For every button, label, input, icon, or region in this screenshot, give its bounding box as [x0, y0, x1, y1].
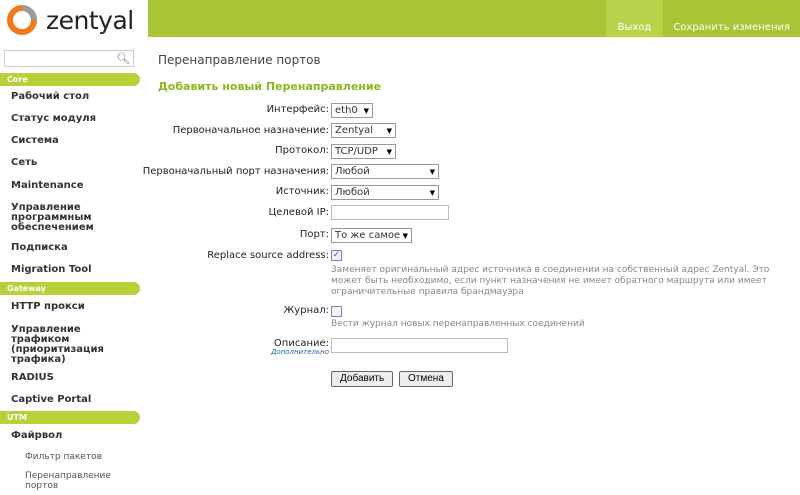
sidebar-item-radius[interactable]: RADIUS — [11, 373, 136, 383]
sidebar-category-utm: UTM — [0, 411, 140, 424]
sidebar-item-software[interactable]: Управление программным обеспечением — [11, 203, 111, 233]
cancel-button[interactable]: Отмена — [399, 371, 453, 387]
source-value: Любой — [335, 187, 370, 198]
chevron-down-icon: ▼ — [363, 106, 369, 115]
page-title: Перенаправление портов — [158, 53, 321, 67]
add-button[interactable]: Добавить — [331, 371, 394, 387]
chevron-down-icon: ▼ — [429, 167, 435, 176]
chevron-down-icon: ▼ — [429, 188, 435, 197]
target-ip-label: Целевой IP: — [268, 207, 330, 218]
protocol-label: Протокол: — [275, 145, 329, 156]
sidebar-item-traffic-shaping[interactable]: Управление трафиком (приоритизация трафи… — [11, 325, 111, 365]
source-select[interactable]: Любой ▼ — [331, 185, 439, 200]
sidebar-item-network[interactable]: Сеть — [11, 158, 136, 168]
sidebar-item-http-proxy[interactable]: HTTP прокси — [11, 302, 136, 312]
sidebar-category-core: Core — [0, 73, 140, 86]
orig-dest-value: Zentyal — [335, 125, 374, 136]
save-changes-link[interactable]: Сохранить изменения — [663, 0, 800, 37]
sidebar-item-firewall[interactable]: Файрвол — [11, 431, 136, 441]
orig-port-label: Первоначальный порт назначения: — [142, 166, 329, 177]
source-label: Источник: — [275, 186, 329, 197]
orig-port-select[interactable]: Любой ▼ — [331, 164, 439, 179]
interface-select[interactable]: eth0 ▼ — [331, 103, 373, 118]
logo-icon — [7, 5, 37, 35]
description-input[interactable] — [331, 338, 508, 353]
search-icon[interactable]: 🔍︎ — [116, 52, 130, 65]
orig-dest-select[interactable]: Zentyal ▼ — [331, 123, 396, 138]
port-select[interactable]: То же самое ▼ — [331, 228, 412, 243]
sidebar-item-dashboard[interactable]: Рабочий стол — [11, 92, 136, 102]
orig-port-value: Любой — [335, 166, 370, 177]
sidebar-item-maintenance[interactable]: Maintenance — [11, 181, 136, 191]
sidebar-item-system[interactable]: Система — [11, 136, 136, 146]
port-value: То же самое — [335, 230, 401, 241]
sidebar-category-gateway: Gateway — [0, 282, 140, 295]
protocol-value: TCP/UDP — [335, 146, 378, 157]
sidebar-item-migration-tool[interactable]: Migration Tool — [11, 265, 136, 275]
sidebar-item-subscription[interactable]: Подписка — [11, 243, 136, 253]
sidebar-item-captive-portal[interactable]: Captive Portal — [11, 395, 136, 405]
optional-hint: Дополнительно — [270, 348, 329, 356]
replace-source-checkbox[interactable]: ✓ — [331, 250, 342, 261]
target-ip-input[interactable] — [331, 205, 449, 220]
interface-value: eth0 — [335, 105, 358, 116]
interface-label: Интерфейс: — [266, 104, 329, 115]
orig-dest-label: Первоначальное назначение: — [172, 125, 329, 136]
log-help: Вести журнал новых перенаправленных соед… — [331, 319, 585, 329]
zentyal-logo[interactable]: zentyal — [6, 4, 134, 36]
protocol-select[interactable]: TCP/UDP ▼ — [331, 144, 396, 159]
top-nav: Выход Сохранить изменения — [605, 0, 800, 37]
logo-text: zentyal — [46, 5, 134, 35]
log-label: Журнал: — [283, 305, 329, 316]
log-checkbox[interactable] — [331, 306, 342, 317]
replace-source-label: Replace source address: — [207, 250, 329, 261]
chevron-down-icon: ▼ — [386, 126, 392, 135]
sidebar-item-module-status[interactable]: Статус модуля — [11, 114, 136, 124]
port-label: Порт: — [299, 229, 329, 240]
replace-source-help: Заменяет оригинальный адрес источника в … — [331, 265, 770, 297]
logout-link[interactable]: Выход — [605, 0, 664, 37]
chevron-down-icon: ▼ — [402, 231, 408, 240]
chevron-down-icon: ▼ — [386, 147, 392, 156]
section-title: Добавить новый Перенаправление — [158, 80, 382, 93]
sidebar-subitem-packet-filter[interactable]: Фильтр пакетов — [25, 452, 135, 462]
sidebar-search-input[interactable]: 🔍︎ — [4, 50, 134, 67]
sidebar-subitem-port-forwarding[interactable]: Перенаправление портов — [25, 471, 111, 491]
